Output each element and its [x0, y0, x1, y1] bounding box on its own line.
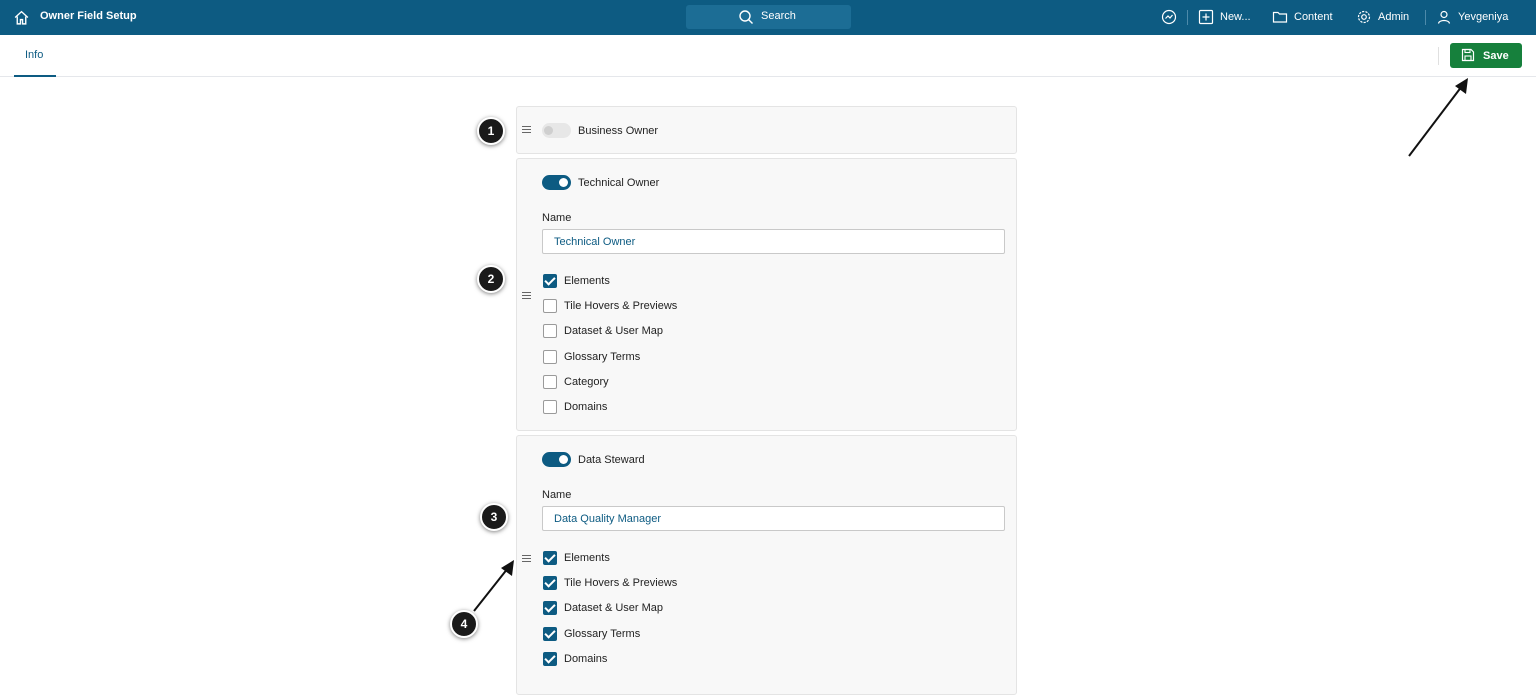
option-label: Dataset & User Map — [564, 602, 664, 614]
nav-divider — [1187, 10, 1188, 25]
option-label: Tile Hovers & Previews — [564, 300, 678, 312]
option-label: Elements — [564, 552, 610, 564]
data-steward-toggle[interactable] — [542, 452, 571, 467]
tile-hovers-checkbox[interactable] — [543, 299, 557, 313]
business-owner-toggle[interactable] — [542, 123, 571, 138]
option-label: Glossary Terms — [564, 351, 641, 363]
save-icon — [1461, 48, 1475, 62]
option-label: Domains — [564, 401, 608, 413]
name-label: Name — [542, 212, 572, 224]
domains-checkbox[interactable] — [543, 652, 557, 666]
user-name: Yevgeniya — [1458, 11, 1509, 23]
content-label: Content — [1294, 11, 1333, 23]
arrowhead-icon — [501, 560, 514, 576]
user-menu[interactable]: Yevgeniya — [1436, 8, 1516, 26]
tab-bar: Info — [0, 35, 1536, 77]
drag-handle-icon[interactable] — [522, 126, 531, 133]
option-label: Category — [564, 376, 609, 388]
elements-checkbox[interactable] — [543, 551, 557, 565]
option-label: Dataset & User Map — [564, 325, 664, 337]
option-label: Elements — [564, 275, 610, 287]
name-label: Name — [542, 489, 572, 501]
search-label: Search — [761, 10, 796, 22]
drag-handle-icon[interactable] — [522, 292, 531, 299]
analytics-icon[interactable] — [1161, 9, 1177, 25]
drag-handle-icon[interactable] — [522, 555, 531, 562]
admin-label: Admin — [1378, 11, 1410, 23]
gear-icon — [1357, 10, 1371, 24]
user-icon — [1437, 10, 1451, 24]
plus-square-icon — [1198, 9, 1214, 25]
folder-icon — [1272, 11, 1288, 23]
annotation-badge-4: 4 — [450, 610, 478, 638]
annotation-badge-1: 1 — [477, 117, 505, 145]
page-title: Owner Field Setup — [40, 10, 137, 22]
tile-hovers-checkbox[interactable] — [543, 576, 557, 590]
technical-owner-name-input[interactable] — [542, 229, 1005, 254]
option-label: Tile Hovers & Previews — [564, 577, 678, 589]
home-icon[interactable] — [13, 9, 30, 26]
glossary-terms-checkbox[interactable] — [543, 350, 557, 364]
arrow-to-save-icon — [1408, 85, 1463, 157]
new-label: New... — [1220, 11, 1251, 23]
toolbar-divider — [1438, 47, 1439, 65]
tab-info[interactable]: Info — [14, 35, 56, 77]
content-button[interactable]: Content — [1272, 8, 1338, 26]
save-label: Save — [1483, 50, 1509, 62]
technical-owner-label: Technical Owner — [578, 177, 660, 189]
option-label: Glossary Terms — [564, 628, 641, 640]
elements-checkbox[interactable] — [543, 274, 557, 288]
annotation-badge-3: 3 — [480, 503, 508, 531]
dataset-user-map-checkbox[interactable] — [543, 601, 557, 615]
data-steward-label: Data Steward — [578, 454, 645, 466]
owner-card-data-steward: Data Steward Name Elements Tile Hovers &… — [516, 435, 1017, 695]
annotation-badge-2: 2 — [477, 265, 505, 293]
dataset-user-map-checkbox[interactable] — [543, 324, 557, 338]
new-button[interactable]: New... — [1198, 8, 1256, 26]
owner-card-business-owner: Business Owner — [516, 106, 1017, 154]
owner-card-technical-owner: Technical Owner Name Elements Tile Hover… — [516, 158, 1017, 431]
glossary-terms-checkbox[interactable] — [543, 627, 557, 641]
search-icon — [739, 10, 753, 24]
technical-owner-toggle[interactable] — [542, 175, 571, 190]
category-checkbox[interactable] — [543, 375, 557, 389]
arrow-to-drag-handle-icon — [473, 567, 509, 612]
search-button[interactable]: Search — [686, 5, 851, 29]
option-label: Domains — [564, 653, 608, 665]
nav-divider — [1425, 10, 1426, 25]
save-button[interactable]: Save — [1450, 43, 1522, 68]
top-navigation-bar: Owner Field Setup Search New... Content … — [0, 0, 1536, 35]
business-owner-label: Business Owner — [578, 125, 659, 137]
admin-button[interactable]: Admin — [1356, 8, 1414, 26]
data-steward-name-input[interactable] — [542, 506, 1005, 531]
arrowhead-icon — [1455, 78, 1468, 94]
tab-info-label: Info — [25, 49, 44, 61]
domains-checkbox[interactable] — [543, 400, 557, 414]
